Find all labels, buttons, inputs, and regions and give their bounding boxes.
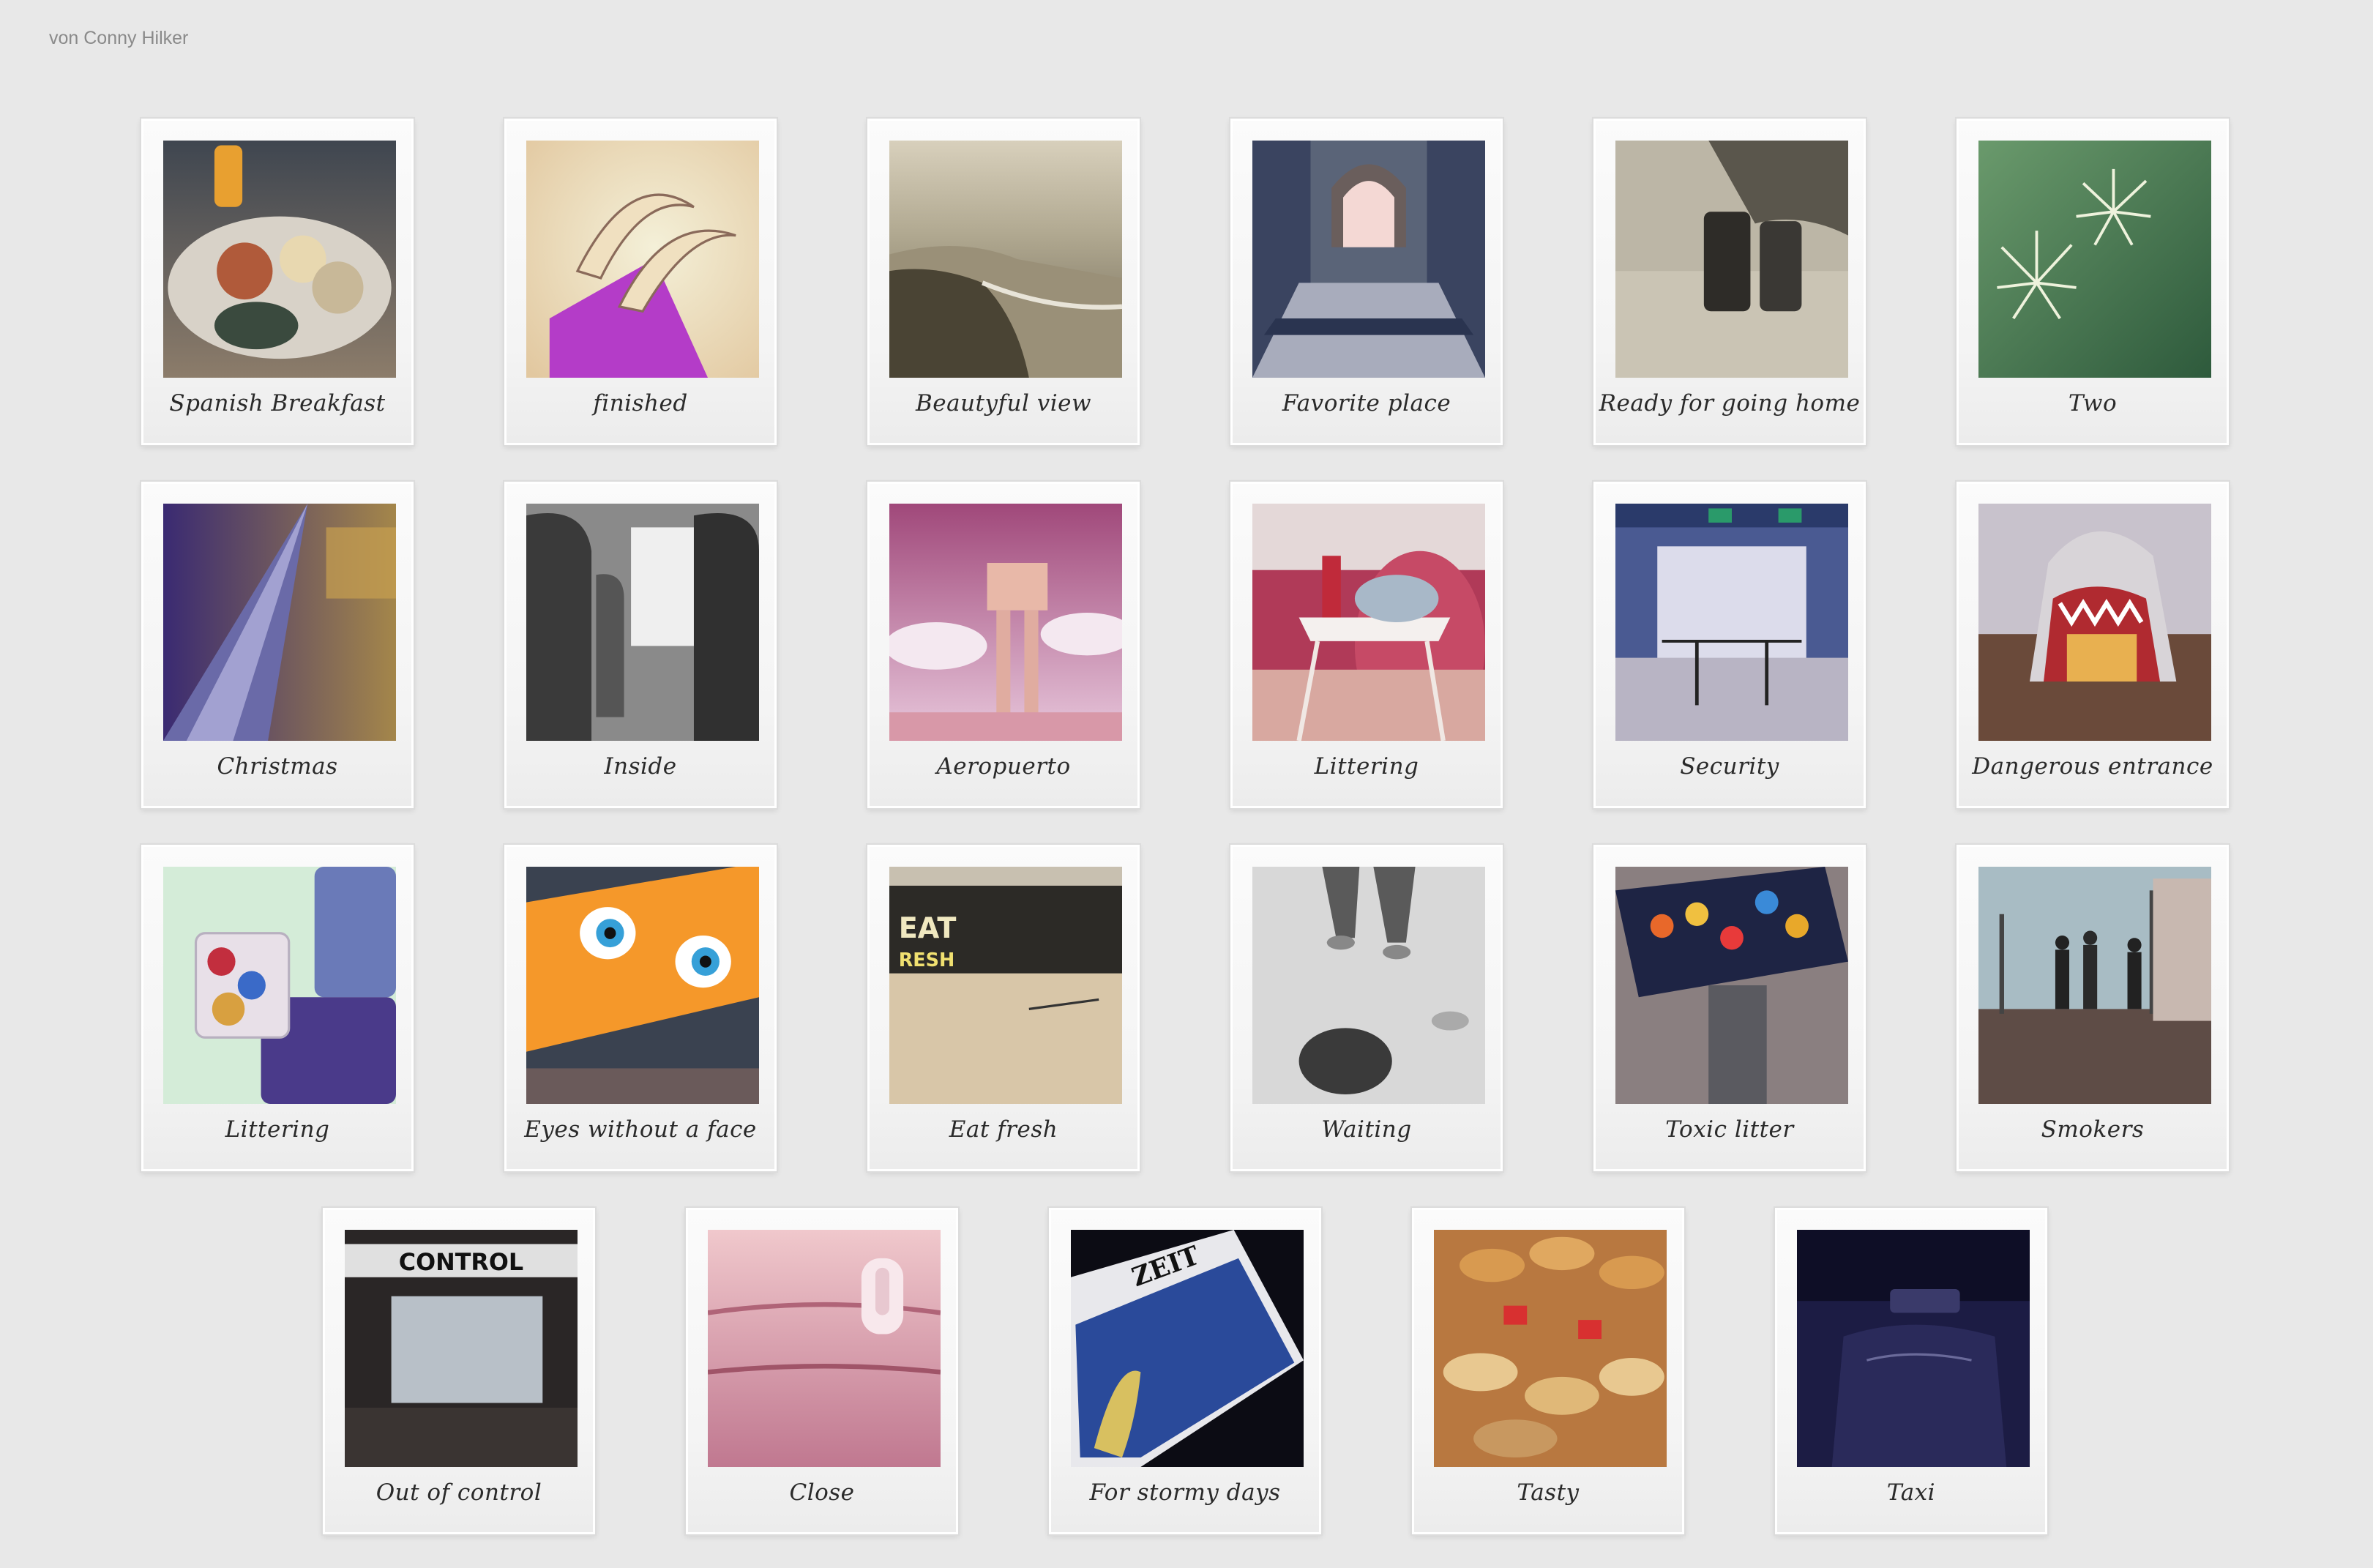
polaroid-card[interactable]: EAT RESH Eat fresh (867, 845, 1140, 1171)
photo-thumbnail (526, 867, 759, 1104)
polaroid-card[interactable]: Security (1593, 482, 1866, 808)
photo-thumbnail (1615, 504, 1848, 741)
photo-thumbnail (1978, 504, 2211, 741)
polaroid-card[interactable]: Aeropuerto (867, 482, 1140, 808)
photo-thumbnail: ZEIT (1071, 1230, 1304, 1467)
photo-thumbnail (1615, 867, 1848, 1104)
polaroid-card[interactable]: Two (1957, 119, 2229, 445)
photo-thumbnail (1252, 141, 1485, 378)
photo-caption: Waiting (1321, 1116, 1412, 1143)
photo-caption: Tasty (1517, 1479, 1580, 1506)
photo-caption: Littering (1314, 753, 1419, 780)
photo-thumbnail (526, 504, 759, 741)
photo-thumbnail (1797, 1230, 2030, 1467)
polaroid-card[interactable]: Taxi (1775, 1208, 2047, 1534)
polaroid-card[interactable]: finished (504, 119, 777, 445)
polaroid-card[interactable]: Close (686, 1208, 958, 1534)
polaroid-card[interactable]: Littering (141, 845, 414, 1171)
photo-thumbnail: CONTROL (345, 1230, 578, 1467)
photo-caption: Dangerous entrance (1972, 753, 2213, 780)
polaroid-card[interactable]: Favorite place (1230, 119, 1503, 445)
photo-caption: Eyes without a face (524, 1116, 757, 1143)
polaroid-card[interactable]: CONTROL Out of control (323, 1208, 595, 1534)
polaroid-card[interactable]: Spanish Breakfast (141, 119, 414, 445)
photo-caption: Security (1680, 753, 1779, 780)
polaroid-card[interactable]: ZEIT For stormy days (1049, 1208, 1321, 1534)
photo-caption: Spanish Breakfast (169, 390, 386, 417)
photo-thumbnail (1978, 141, 2211, 378)
photo-caption: For stormy days (1089, 1479, 1281, 1506)
photo-thumbnail (1615, 141, 1848, 378)
polaroid-card[interactable]: Eyes without a face (504, 845, 777, 1171)
photo-thumbnail (1252, 504, 1485, 741)
polaroid-card[interactable]: Toxic litter (1593, 845, 1866, 1171)
polaroid-card[interactable]: Ready for going home (1593, 119, 1866, 445)
photo-thumbnail (1434, 1230, 1667, 1467)
photo-thumbnail (889, 141, 1122, 378)
svg-text:RESH: RESH (899, 949, 955, 971)
photo-caption: Inside (604, 753, 677, 780)
photo-caption: Favorite place (1282, 390, 1451, 417)
svg-text:EAT: EAT (899, 912, 957, 945)
photo-caption: Littering (225, 1116, 330, 1143)
photo-thumbnail (708, 1230, 941, 1467)
photo-thumbnail (1252, 867, 1485, 1104)
polaroid-card[interactable]: Dangerous entrance (1957, 482, 2229, 808)
photo-caption: Ready for going home (1599, 390, 1861, 417)
photo-thumbnail (1978, 867, 2211, 1104)
polaroid-card[interactable]: Smokers (1957, 845, 2229, 1171)
photo-caption: Aeropuerto (936, 753, 1071, 780)
photo-caption: Beautyful view (915, 390, 1092, 417)
photo-thumbnail (163, 504, 396, 741)
photo-caption: Two (2068, 390, 2118, 417)
polaroid-card[interactable]: Beautyful view (867, 119, 1140, 445)
photo-thumbnail (163, 867, 396, 1104)
polaroid-card[interactable]: Christmas (141, 482, 414, 808)
photo-caption: Taxi (1886, 1479, 1936, 1506)
photo-thumbnail (163, 141, 396, 378)
photo-caption: Toxic litter (1665, 1116, 1794, 1143)
photo-caption: Christmas (217, 753, 338, 780)
photo-thumbnail: EAT RESH (889, 867, 1122, 1104)
photo-caption: Close (789, 1479, 855, 1506)
polaroid-card[interactable]: Inside (504, 482, 777, 808)
photo-thumbnail (889, 504, 1122, 741)
photo-thumbnail (526, 141, 759, 378)
photo-caption: Out of control (375, 1479, 542, 1506)
photo-caption: Eat fresh (949, 1116, 1058, 1143)
photo-caption: finished (593, 390, 688, 417)
polaroid-card[interactable]: Tasty (1412, 1208, 1684, 1534)
photo-caption: Smokers (2041, 1116, 2145, 1143)
polaroid-card[interactable]: Littering (1230, 482, 1503, 808)
svg-text:CONTROL: CONTROL (399, 1248, 523, 1276)
polaroid-card[interactable]: Waiting (1230, 845, 1503, 1171)
polaroid-gallery: Spanish Breakfast finished Beautyful vie (0, 0, 2373, 1568)
